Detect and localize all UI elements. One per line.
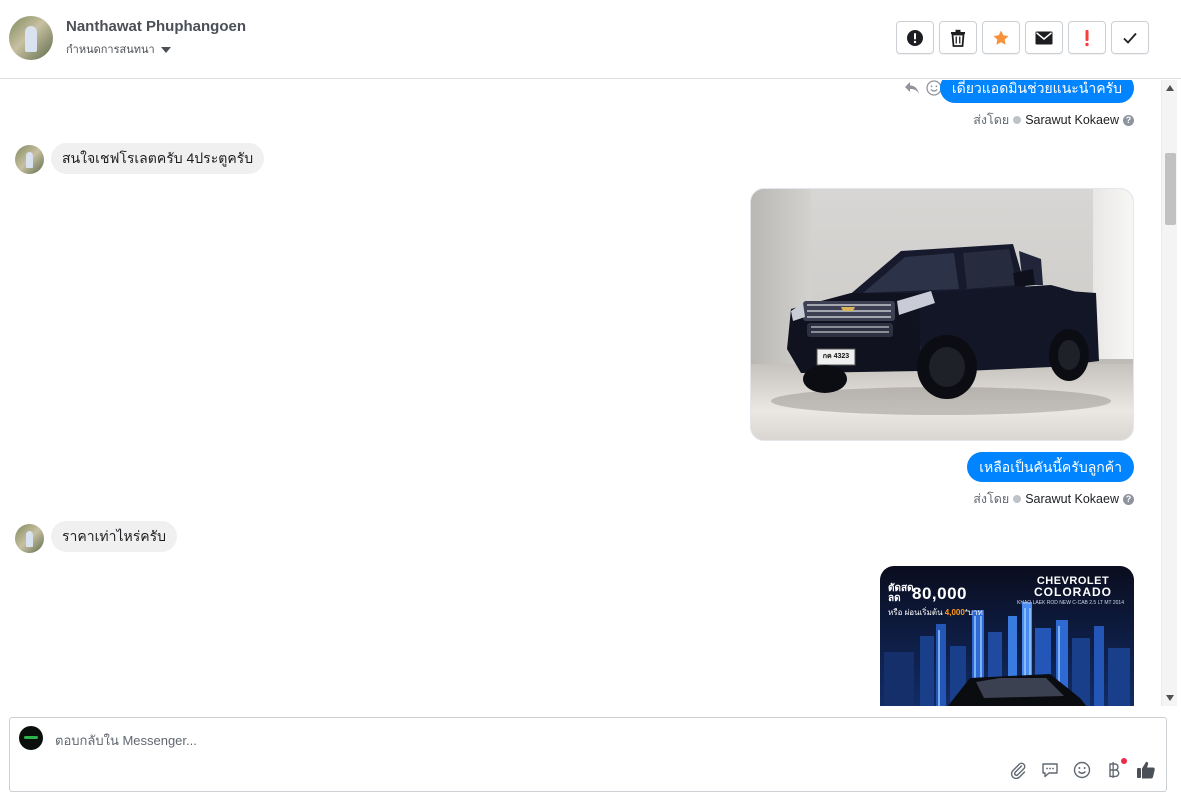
message-thread[interactable]: เดี๋ยวแอดมินช่วยแนะนำครับ ส่งโดย Sarawut… xyxy=(0,80,1161,706)
baht-icon xyxy=(1109,762,1120,778)
page-avatar xyxy=(19,726,43,750)
check-icon xyxy=(1123,32,1137,44)
reply-composer xyxy=(9,717,1167,792)
ad-discount-amount: 80,000 xyxy=(912,584,967,603)
help-icon[interactable]: ? xyxy=(1123,493,1134,505)
mark-done-button[interactable] xyxy=(1111,21,1149,54)
smiley-icon xyxy=(1073,761,1091,779)
ad-discount-label: ตัดสด ลด xyxy=(888,584,914,604)
notification-dot xyxy=(1121,758,1127,764)
reply-input[interactable] xyxy=(53,730,953,750)
car-photo[interactable]: กค 4323 xyxy=(750,188,1134,441)
star-button[interactable] xyxy=(982,21,1020,54)
emoji-button[interactable] xyxy=(1072,760,1092,780)
exclamation-icon xyxy=(1085,29,1089,46)
caret-down-icon xyxy=(160,46,171,53)
sent-by-label: ส่งโดย xyxy=(973,492,1010,506)
payment-button[interactable] xyxy=(1104,758,1127,780)
thumbs-up-icon xyxy=(1137,761,1155,779)
alert-circle-icon xyxy=(907,29,923,46)
conversation-status-label: กำหนดการสนทนา xyxy=(66,44,155,56)
scroll-up-arrow-icon[interactable] xyxy=(1166,85,1174,91)
sender-name[interactable]: Sarawut Kokaew xyxy=(1025,492,1119,506)
envelope-icon xyxy=(1035,31,1053,44)
conversation-header: Nanthawat Phuphangoen กำหนดการสนทนา xyxy=(0,0,1181,79)
ad-model-name: COLORADO xyxy=(1034,585,1112,599)
trash-icon xyxy=(951,29,965,47)
conversation-toolbar xyxy=(896,21,1149,54)
outgoing-message[interactable]: เดี๋ยวแอดมินช่วยแนะนำครับ xyxy=(939,80,1134,103)
attach-button[interactable] xyxy=(1008,760,1028,780)
star-icon xyxy=(993,30,1009,45)
pickup-truck-image xyxy=(771,244,1111,415)
mark-unread-button[interactable] xyxy=(1025,21,1063,54)
incoming-message[interactable]: ราคาเท่าไหร่ครับ xyxy=(51,521,178,552)
speech-bubble-icon xyxy=(1042,763,1058,778)
help-icon[interactable]: ? xyxy=(1123,114,1134,126)
promo-ad-image[interactable]: ตัดสด ลด 80,000 หรือ ผ่อนเริ่มต้น 4,000*… xyxy=(880,566,1134,706)
scroll-down-arrow-icon[interactable] xyxy=(1166,695,1174,701)
contact-mini-avatar[interactable] xyxy=(15,524,44,553)
sender-name[interactable]: Sarawut Kokaew xyxy=(1025,113,1119,127)
ad-note-amount: 4,000 xyxy=(944,608,965,617)
mark-urgent-button[interactable] xyxy=(1068,21,1106,54)
report-button[interactable] xyxy=(896,21,934,54)
thread-scrollbar[interactable] xyxy=(1161,80,1177,706)
contact-avatar[interactable] xyxy=(9,16,53,60)
ad-subtitle: KHAO LAEK ROD NEW C-CAB 2.5 LT MT 2014 xyxy=(1017,600,1124,606)
ad-note-middle: ผ่อนเริ่มต้น xyxy=(904,608,943,617)
reply-icon[interactable] xyxy=(904,81,920,95)
paperclip-icon xyxy=(1010,762,1026,779)
saved-replies-button[interactable] xyxy=(1040,760,1060,780)
check-small-icon xyxy=(1013,116,1022,124)
contact-mini-avatar[interactable] xyxy=(15,145,44,174)
sent-by-label: ส่งโดย xyxy=(973,113,1010,127)
conversation-status-dropdown[interactable]: กำหนดการสนทนา xyxy=(66,40,171,58)
ad-brand: CHEVROLET COLORADO xyxy=(1034,576,1112,599)
contact-name[interactable]: Nanthawat Phuphangoen xyxy=(66,18,246,35)
delete-button[interactable] xyxy=(939,21,977,54)
sent-by-line: ส่งโดย Sarawut Kokaew ? xyxy=(973,489,1134,509)
outgoing-message[interactable]: เหลือเป็นคันนี้ครับลูกค้า xyxy=(967,452,1134,482)
incoming-message[interactable]: สนใจเชฟโรเลตครับ 4ประตูครับ xyxy=(51,143,265,174)
check-small-icon xyxy=(1013,495,1022,503)
reply-tools xyxy=(1008,758,1156,780)
ad-discount-label-line: ลด xyxy=(888,593,901,604)
ad-note-prefix: หรือ xyxy=(888,608,903,617)
license-plate-text: กค 4323 xyxy=(822,353,850,360)
like-button[interactable] xyxy=(1136,760,1156,780)
sent-by-line: ส่งโดย Sarawut Kokaew ? xyxy=(973,110,1134,130)
message-actions xyxy=(904,80,942,96)
scrollbar-thumb[interactable] xyxy=(1165,153,1176,225)
ad-installment-note: หรือ ผ่อนเริ่มต้น 4,000*บาท xyxy=(888,606,983,619)
ad-note-suffix: *บาท xyxy=(964,608,983,617)
